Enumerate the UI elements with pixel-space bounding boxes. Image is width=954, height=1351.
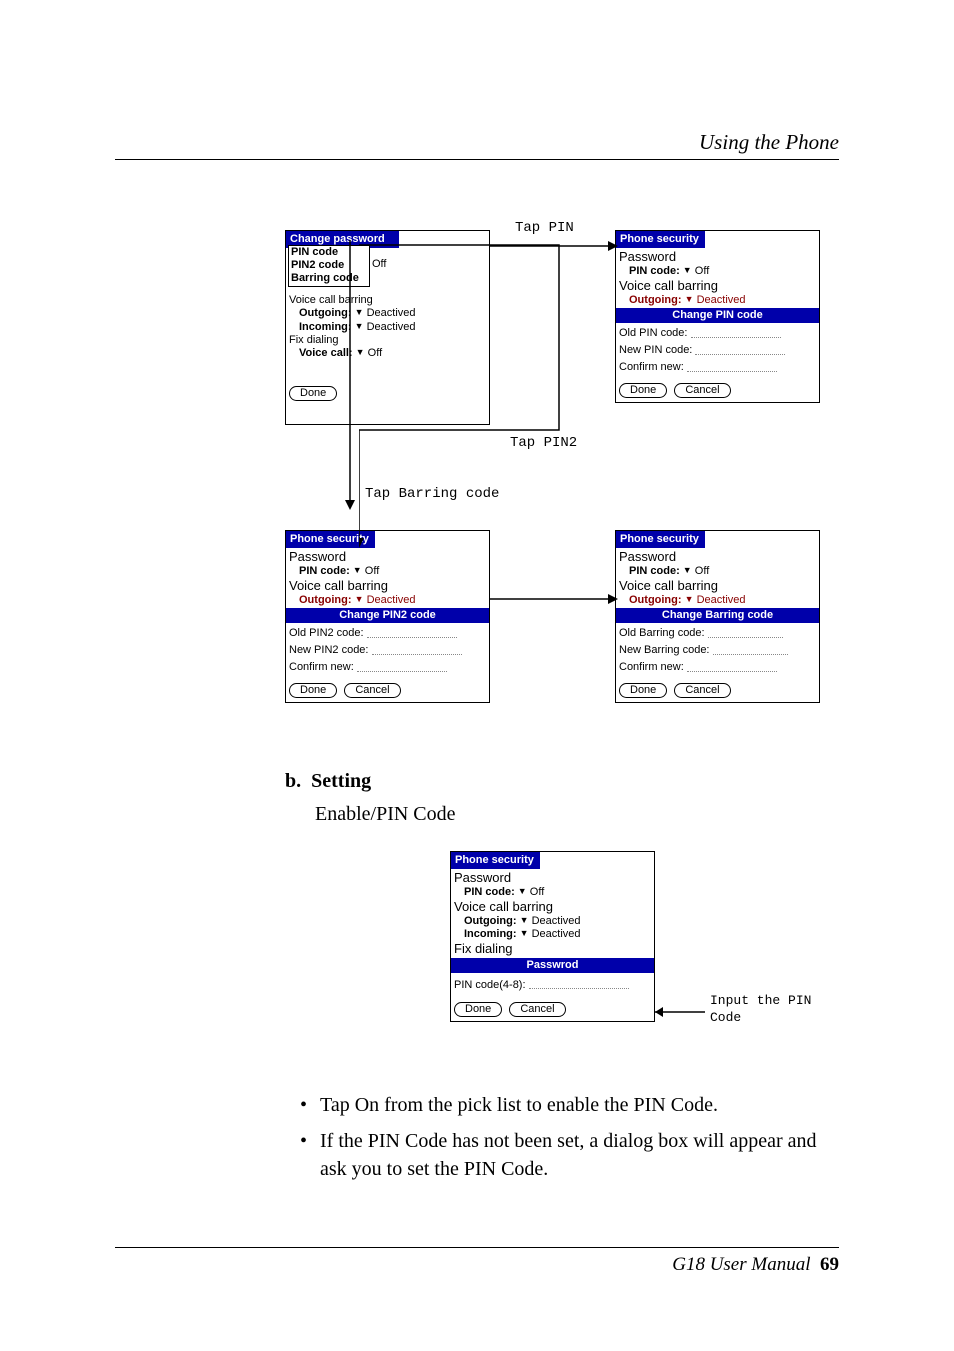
titlebar: Phone security bbox=[616, 231, 705, 248]
arrow-down-icon bbox=[343, 240, 357, 510]
pin-code-input[interactable] bbox=[529, 980, 629, 989]
header-title: Using the Phone bbox=[115, 130, 839, 155]
done-button[interactable]: Done bbox=[454, 1002, 502, 1017]
menu-barring-code[interactable]: Barring code bbox=[289, 272, 369, 285]
bullet-item: Tap On from the pick list to enable the … bbox=[300, 1091, 839, 1119]
cancel-button[interactable]: Cancel bbox=[674, 683, 730, 698]
page-header: Using the Phone bbox=[115, 130, 839, 160]
chevron-down-icon[interactable]: ▼ bbox=[518, 886, 527, 897]
arrow-pin2-icon bbox=[359, 240, 609, 550]
tap-pin2-label: Tap PIN2 bbox=[510, 435, 577, 451]
footer-title: G18 User Manual bbox=[672, 1254, 810, 1275]
chevron-down-icon[interactable]: ▼ bbox=[683, 565, 692, 576]
done-button[interactable]: Done bbox=[289, 386, 337, 401]
bullet-item: If the PIN Code has not been set, a dial… bbox=[300, 1127, 839, 1183]
diagram-enable-pin: Phone security Password PIN code: ▼ Off … bbox=[115, 851, 835, 1076]
band-change-pin2: Change PIN2 code bbox=[286, 608, 489, 623]
band-change-pin: Change PIN code bbox=[616, 308, 819, 323]
section-subheading: Enable/PIN Code bbox=[315, 803, 839, 826]
chevron-down-icon[interactable]: ▼ bbox=[520, 928, 529, 939]
chevron-down-icon[interactable]: ▼ bbox=[683, 265, 692, 276]
menu-pin-code[interactable]: PIN code bbox=[289, 246, 369, 259]
cancel-button[interactable]: Cancel bbox=[674, 383, 730, 398]
done-button[interactable]: Done bbox=[619, 383, 667, 398]
arrow-right-icon bbox=[490, 593, 620, 605]
chevron-down-icon[interactable]: ▼ bbox=[520, 915, 529, 926]
section-heading: b. Setting bbox=[285, 770, 839, 793]
band-change-barring: Change Barring code bbox=[616, 608, 819, 623]
bullet-list: Tap On from the pick list to enable the … bbox=[300, 1091, 839, 1183]
pin-code-field-label: PIN code(4-8): bbox=[454, 979, 526, 991]
band-password: Passwrod bbox=[451, 958, 654, 973]
screen-change-pin: Phone security Password PIN code: ▼ Off … bbox=[615, 230, 820, 403]
password-label: Password bbox=[619, 249, 816, 265]
titlebar: Phone security bbox=[616, 531, 705, 548]
titlebar: Phone security bbox=[451, 852, 540, 869]
screen-password-dialog: Phone security Password PIN code: ▼ Off … bbox=[450, 851, 655, 1022]
tap-pin-label: Tap PIN bbox=[515, 220, 574, 236]
done-button[interactable]: Done bbox=[619, 683, 667, 698]
cancel-button[interactable]: Cancel bbox=[344, 683, 400, 698]
menu-pin2-code[interactable]: PIN2 code bbox=[289, 259, 369, 272]
footer-page-number: 69 bbox=[820, 1254, 839, 1275]
diagram-change-password: Change password PIN code PIN2 code Barri… bbox=[115, 230, 835, 745]
input-pin-note: Input the PINCode bbox=[710, 993, 811, 1027]
arrow-right-icon bbox=[655, 1006, 705, 1018]
password-menu[interactable]: PIN code PIN2 code Barring code bbox=[288, 245, 370, 287]
cancel-button[interactable]: Cancel bbox=[509, 1002, 565, 1017]
page-footer: G18 User Manual 69 bbox=[115, 1247, 839, 1276]
chevron-down-icon[interactable]: ▼ bbox=[353, 565, 362, 576]
screen-change-pin2: Phone security Password PIN code: ▼ Off … bbox=[285, 530, 490, 703]
screen-change-barring: Phone security Password PIN code: ▼ Off … bbox=[615, 530, 820, 703]
done-button[interactable]: Done bbox=[289, 683, 337, 698]
voice-barring-label: Voice call barring bbox=[619, 278, 816, 294]
